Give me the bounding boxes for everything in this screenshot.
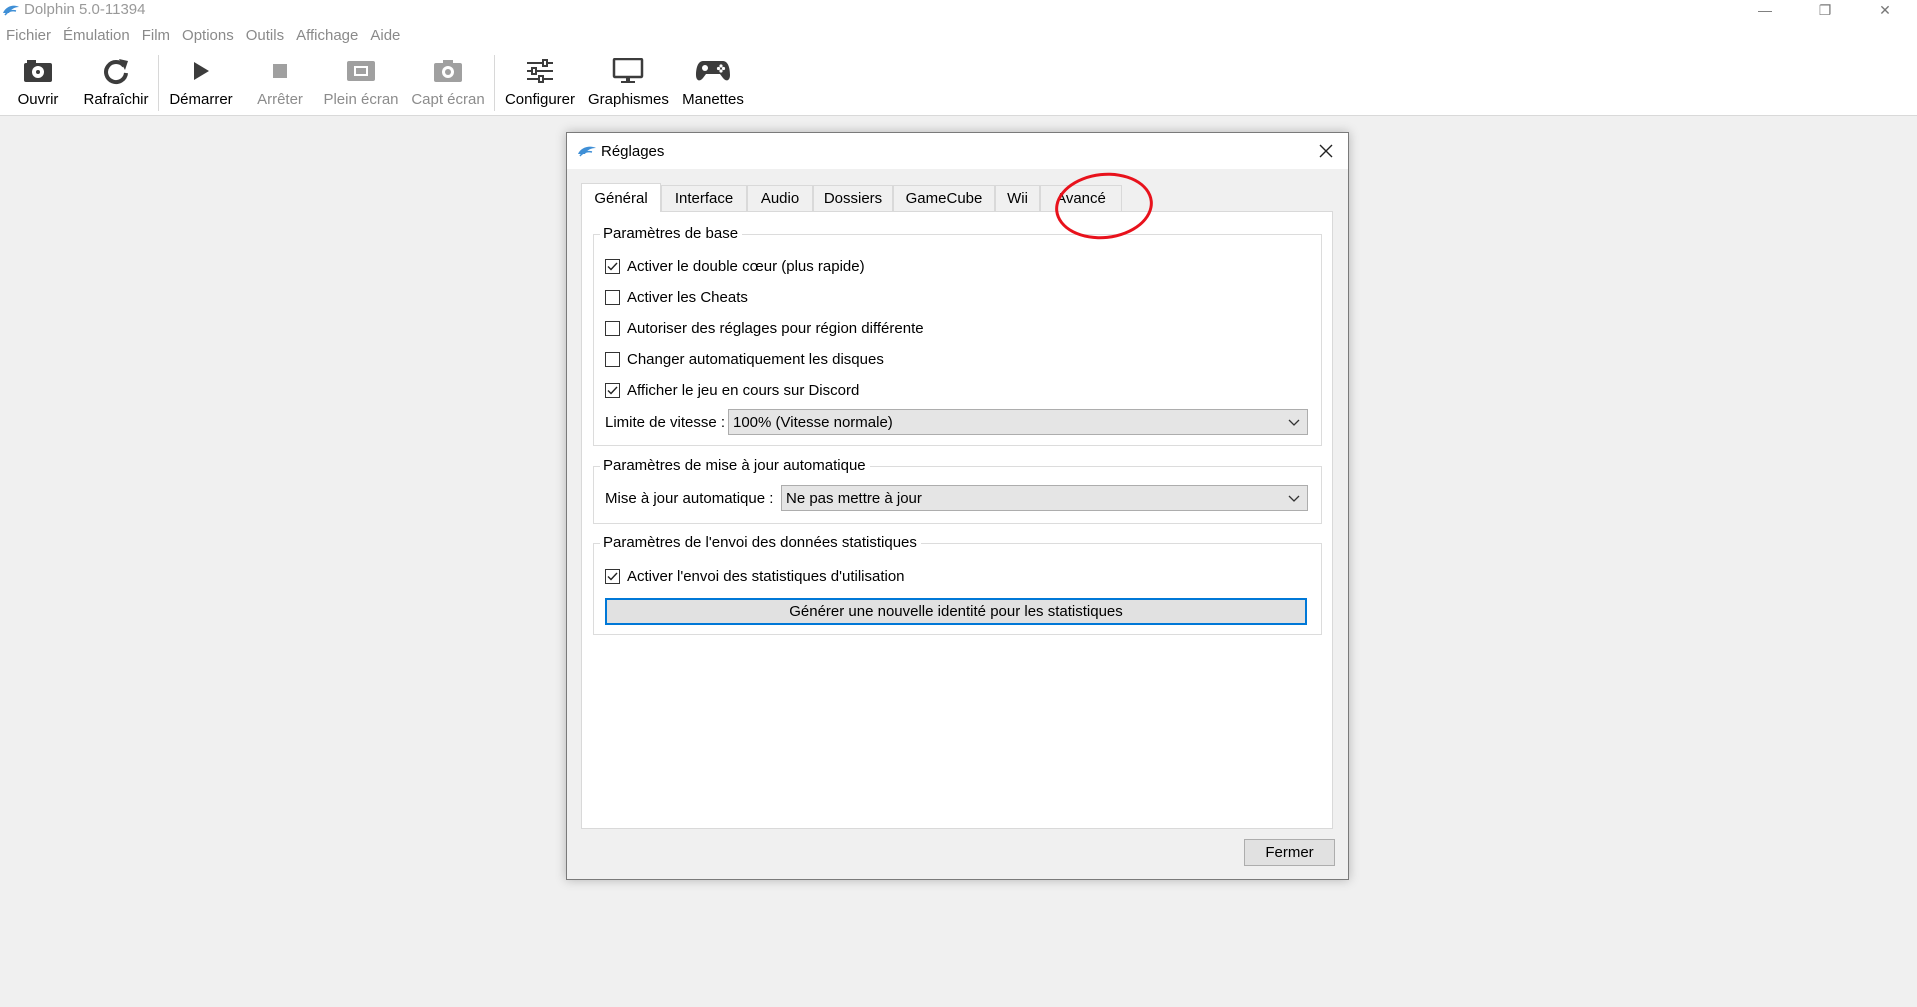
- tab-gamecube[interactable]: GameCube: [893, 185, 995, 211]
- menu-affichage[interactable]: Affichage: [294, 27, 365, 44]
- general-tab-panel: Paramètres de base Activer le double cœu…: [581, 211, 1333, 829]
- start-label: Démarrer: [169, 91, 233, 108]
- dual-core-checkbox[interactable]: Activer le double cœur (plus rapide): [605, 256, 865, 276]
- dolphin-icon: [3, 5, 19, 16]
- screenshot-button[interactable]: Capt écran: [410, 56, 486, 112]
- chevron-down-icon: [1288, 419, 1300, 426]
- tab-general[interactable]: Général: [581, 183, 661, 212]
- screenshot-label: Capt écran: [411, 91, 485, 108]
- auto-update-label: Mise à jour automatique :: [605, 489, 774, 507]
- graphics-button[interactable]: Graphismes: [588, 56, 669, 112]
- checkbox-label: Activer les Cheats: [627, 288, 748, 306]
- checkbox-box: [605, 568, 620, 584]
- refresh-label: Rafraîchir: [83, 91, 149, 108]
- tab-interface[interactable]: Interface: [661, 185, 747, 211]
- speed-limit-select[interactable]: 100% (Vitesse normale): [728, 409, 1308, 435]
- window-title: Dolphin 5.0-11394: [24, 1, 146, 18]
- graphics-label: Graphismes: [588, 91, 669, 108]
- tab-dossiers[interactable]: Dossiers: [813, 185, 893, 211]
- close-icon: [1319, 144, 1333, 158]
- speed-limit-label: Limite de vitesse :: [605, 413, 726, 431]
- chevron-down-icon: [1288, 495, 1300, 502]
- controllers-button[interactable]: Manettes: [678, 56, 748, 112]
- camera-icon: [434, 60, 462, 82]
- speed-limit-row: Limite de vitesse :: [605, 409, 725, 435]
- usage-stats-checkbox[interactable]: Activer l'envoi des statistiques d'utili…: [605, 566, 905, 586]
- dialog-close-button[interactable]: [1314, 139, 1338, 163]
- basic-settings-title: Paramètres de base: [600, 225, 743, 242]
- checkbox-label: Activer l'envoi des statistiques d'utili…: [627, 567, 905, 585]
- checkbox-box: [605, 382, 620, 398]
- statistics-title: Paramètres de l'envoi des données statis…: [600, 534, 921, 551]
- fullscreen-label: Plein écran: [323, 91, 399, 108]
- configure-button[interactable]: Configurer: [502, 56, 578, 112]
- auto-update-value: Ne pas mettre à jour: [786, 489, 922, 507]
- cheats-checkbox[interactable]: Activer les Cheats: [605, 287, 748, 307]
- fermer-button[interactable]: Fermer: [1244, 839, 1335, 866]
- restore-button[interactable]: ❐: [1802, 0, 1848, 20]
- checkbox-box: [605, 258, 620, 274]
- auto-update-select[interactable]: Ne pas mettre à jour: [781, 485, 1308, 511]
- minimize-button[interactable]: —: [1742, 0, 1788, 20]
- dialog-header: Réglages: [567, 133, 1348, 169]
- basic-settings-group: Paramètres de base Activer le double cœu…: [593, 225, 1322, 446]
- tab-audio[interactable]: Audio: [747, 185, 813, 211]
- speed-limit-value: 100% (Vitesse normale): [733, 413, 893, 431]
- checkmark-icon: [607, 262, 618, 271]
- settings-dialog: Réglages Général Interface Audio Dossier…: [566, 132, 1349, 880]
- close-window-button[interactable]: ✕: [1862, 0, 1908, 20]
- open-button[interactable]: Ouvrir: [12, 56, 64, 112]
- dolphin-icon: [578, 146, 596, 157]
- checkbox-box: [605, 320, 620, 336]
- open-disc-icon: [24, 60, 52, 82]
- monitor-icon: [612, 58, 644, 83]
- play-icon: [194, 62, 209, 80]
- region-override-checkbox[interactable]: Autoriser des réglages pour région diffé…: [605, 318, 924, 338]
- settings-sliders-icon: [527, 59, 553, 83]
- auto-disc-change-checkbox[interactable]: Changer automatiquement les disques: [605, 349, 884, 369]
- stop-label: Arrêter: [257, 91, 303, 108]
- checkbox-label: Activer le double cœur (plus rapide): [627, 257, 865, 275]
- checkmark-icon: [607, 572, 618, 581]
- auto-update-row: Mise à jour automatique :: [605, 485, 773, 511]
- toolbar-separator: [494, 55, 495, 111]
- generate-identity-button[interactable]: Générer une nouvelle identité pour les s…: [605, 598, 1307, 625]
- fullscreen-icon: [347, 61, 375, 81]
- checkbox-label: Autoriser des réglages pour région diffé…: [627, 319, 924, 337]
- stop-button[interactable]: Arrêter: [250, 56, 310, 112]
- checkmark-icon: [607, 386, 618, 395]
- refresh-button[interactable]: Rafraîchir: [80, 56, 152, 112]
- gamepad-icon: [696, 61, 730, 81]
- dialog-title: Réglages: [601, 143, 665, 160]
- menu-bar: Fichier Émulation Film Options Outils Af…: [0, 20, 1917, 50]
- checkbox-box: [605, 351, 620, 367]
- statistics-group: Paramètres de l'envoi des données statis…: [593, 534, 1322, 635]
- menu-fichier[interactable]: Fichier: [4, 27, 58, 44]
- checkbox-box: [605, 289, 620, 305]
- window-titlebar: Dolphin 5.0-11394 — ❐ ✕: [0, 0, 1917, 20]
- fullscreen-button[interactable]: Plein écran: [322, 56, 400, 112]
- menu-outils[interactable]: Outils: [244, 27, 291, 44]
- menu-emulation[interactable]: Émulation: [61, 27, 137, 44]
- toolbar-separator: [158, 55, 159, 111]
- tab-wii[interactable]: Wii: [995, 185, 1040, 211]
- checkbox-label: Afficher le jeu en cours sur Discord: [627, 381, 860, 399]
- menu-options[interactable]: Options: [180, 27, 241, 44]
- open-label: Ouvrir: [17, 91, 59, 108]
- toolbar: Ouvrir Rafraîchir Démarrer Arrêter Plein…: [0, 50, 1917, 116]
- stop-icon: [273, 64, 287, 78]
- discord-presence-checkbox[interactable]: Afficher le jeu en cours sur Discord: [605, 380, 859, 400]
- start-button[interactable]: Démarrer: [166, 56, 236, 112]
- menu-aide[interactable]: Aide: [368, 27, 407, 44]
- menu-film[interactable]: Film: [140, 27, 177, 44]
- refresh-icon: [104, 59, 128, 85]
- checkbox-label: Changer automatiquement les disques: [627, 350, 884, 368]
- auto-update-group: Paramètres de mise à jour automatique Mi…: [593, 457, 1322, 524]
- controllers-label: Manettes: [682, 91, 744, 108]
- auto-update-title: Paramètres de mise à jour automatique: [600, 457, 870, 474]
- configure-label: Configurer: [504, 91, 576, 108]
